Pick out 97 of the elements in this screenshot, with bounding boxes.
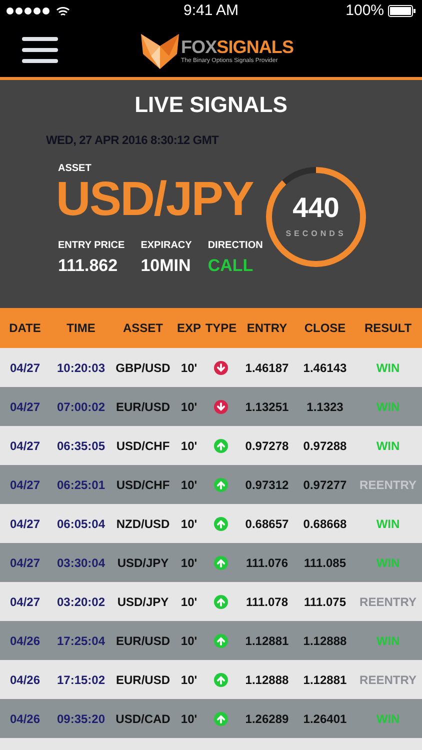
section-title: LIVE SIGNALS bbox=[134, 91, 288, 119]
column-header: TIME bbox=[66, 320, 96, 337]
asset-cell-text: EUR/USD bbox=[114, 398, 171, 416]
result-cell-text: WIN bbox=[375, 554, 401, 572]
column-header: ENTRY bbox=[246, 320, 288, 337]
column-header: DATE bbox=[8, 320, 42, 337]
stat-label: EXPIRACY bbox=[140, 239, 192, 253]
exp-cell-text: 10' bbox=[180, 516, 198, 532]
result-cell-text: REENTRY bbox=[358, 476, 418, 494]
asset-label: ASSET bbox=[58, 162, 92, 176]
date-cell-text: 04/26 bbox=[8, 632, 42, 650]
close-cell-text: 111.075 bbox=[302, 594, 348, 610]
asset-cell-text: GBP/USD bbox=[114, 360, 172, 376]
close-cell-text: 1.26401 bbox=[302, 710, 348, 728]
close-cell-text: 0.97277 bbox=[302, 476, 348, 494]
column-header: EXP bbox=[176, 320, 202, 337]
entry-cell-text: 1.46187 bbox=[244, 360, 290, 376]
date-cell-text: 04/27 bbox=[8, 516, 42, 532]
battery-icon bbox=[388, 5, 416, 17]
entry-cell-text: 0.68657 bbox=[244, 516, 290, 532]
exp-cell-text: 10' bbox=[180, 438, 198, 454]
exp-cell-text: 10' bbox=[180, 594, 198, 610]
asset-cell-text: USD/CHF bbox=[115, 438, 171, 454]
entry-cell-text: 1.26289 bbox=[244, 710, 290, 728]
signal-icon bbox=[6, 7, 52, 15]
result-cell-text: WIN bbox=[375, 710, 401, 728]
exp-cell-text: 10' bbox=[180, 360, 198, 376]
time-cell-text: 09:35:20 bbox=[56, 710, 106, 728]
date-cell-text: 04/27 bbox=[8, 398, 42, 416]
result-cell-text: WIN bbox=[375, 398, 401, 416]
result-cell-text: WIN bbox=[375, 360, 401, 376]
menu-button[interactable] bbox=[22, 34, 58, 64]
time-cell-text: 17:25:04 bbox=[56, 632, 106, 650]
result-cell-text: REENTRY bbox=[358, 594, 418, 610]
entry-cell-text: 111.076 bbox=[244, 554, 290, 572]
result-cell-text: WIN bbox=[375, 516, 401, 532]
close-cell-text: 0.97288 bbox=[302, 438, 348, 454]
battery-percent: 100% bbox=[346, 0, 384, 21]
entry-cell-text: 0.97312 bbox=[244, 476, 290, 494]
countdown-unit: SECONDS bbox=[286, 228, 346, 240]
stat-value: 10MIN bbox=[140, 255, 192, 277]
exp-cell-text: 10' bbox=[180, 398, 198, 416]
asset-cell-text: USD/CHF bbox=[115, 476, 171, 494]
countdown-value: 440 bbox=[292, 194, 340, 222]
wifi-icon bbox=[56, 6, 70, 16]
close-cell-text: 1.46143 bbox=[302, 360, 348, 376]
result-cell-text: WIN bbox=[375, 632, 401, 650]
asset-cell-text: USD/CAD bbox=[114, 710, 172, 728]
close-cell-text: 1.1323 bbox=[306, 398, 344, 416]
column-header: TYPE bbox=[204, 320, 238, 337]
result-cell-text: WIN bbox=[375, 438, 401, 454]
column-header: RESULT bbox=[363, 320, 413, 337]
asset-cell-text: NZD/USD bbox=[115, 516, 171, 532]
entry-cell-text: 1.12881 bbox=[244, 632, 290, 650]
entry-cell-text: 0.97278 bbox=[244, 438, 290, 454]
stat-label: ENTRY PRICE bbox=[58, 239, 125, 253]
date-cell-text: 04/27 bbox=[8, 594, 42, 610]
time-cell-text: 06:35:05 bbox=[56, 438, 106, 454]
exp-cell-text: 10' bbox=[180, 476, 198, 494]
close-cell-text: 1.12888 bbox=[302, 632, 348, 650]
date-cell-text: 04/26 bbox=[8, 672, 42, 688]
time-cell-text: 03:20:02 bbox=[56, 594, 106, 610]
exp-cell-text: 10' bbox=[180, 672, 198, 688]
time-cell-text: 10:20:03 bbox=[56, 360, 106, 376]
time-cell-text: 17:15:02 bbox=[56, 672, 106, 688]
stat-value: CALL bbox=[208, 255, 254, 277]
brand-name: FOXSIGNALS bbox=[181, 38, 294, 56]
time-cell-text: 03:30:04 bbox=[56, 554, 106, 572]
fox-logo-icon bbox=[141, 32, 179, 70]
date-cell-text: 04/27 bbox=[8, 476, 42, 494]
exp-cell-text: 10' bbox=[180, 554, 198, 572]
asset-cell-text: USD/JPY bbox=[116, 594, 170, 610]
date-cell-text: 04/27 bbox=[8, 554, 42, 572]
asset-value: USD/JPY bbox=[56, 176, 254, 224]
date-cell-text: 04/27 bbox=[8, 360, 42, 376]
close-cell-text: 111.085 bbox=[302, 554, 348, 572]
close-cell-text: 1.12881 bbox=[302, 672, 348, 688]
stat-value: 111.862 bbox=[58, 255, 119, 277]
asset-cell-text: EUR/USD bbox=[114, 672, 171, 688]
entry-cell-text: 1.12888 bbox=[244, 672, 290, 688]
date-cell-text: 04/27 bbox=[8, 438, 42, 454]
time-cell-text: 07:00:02 bbox=[56, 398, 106, 416]
column-header: ASSET bbox=[122, 320, 164, 337]
result-cell-text: REENTRY bbox=[358, 672, 418, 688]
entry-cell-text: 1.13251 bbox=[244, 398, 290, 416]
time-cell-text: 06:25:01 bbox=[56, 476, 106, 494]
column-header: CLOSE bbox=[303, 320, 347, 337]
status-time: 9:41 AM bbox=[182, 0, 240, 21]
exp-cell-text: 10' bbox=[180, 632, 198, 650]
date-cell-text: 04/26 bbox=[8, 710, 42, 728]
close-cell-text: 0.68668 bbox=[302, 516, 348, 532]
asset-cell-text: EUR/USD bbox=[114, 632, 171, 650]
exp-cell-text: 10' bbox=[180, 710, 198, 728]
time-cell-text: 06:05:04 bbox=[56, 516, 106, 532]
stat-label: DIRECTION bbox=[208, 239, 263, 253]
asset-cell-text: USD/JPY bbox=[116, 554, 170, 572]
entry-cell-text: 111.078 bbox=[244, 594, 290, 610]
